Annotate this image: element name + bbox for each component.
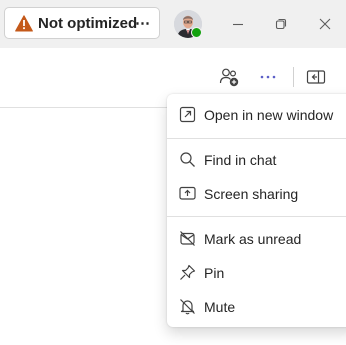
- people-add-icon: [219, 68, 239, 87]
- people-add-button[interactable]: [218, 66, 240, 88]
- toolbar-divider: [293, 67, 294, 87]
- menu-item-label: Open in new window: [204, 107, 334, 123]
- menu-item-label: Find in chat: [204, 152, 277, 168]
- panel-collapse-button[interactable]: [305, 66, 327, 88]
- open-new-window-icon: [179, 106, 196, 123]
- presence-available-badge: [191, 27, 202, 38]
- restore-icon: [275, 18, 287, 30]
- more-options-icon: [260, 75, 276, 79]
- status-more-icon[interactable]: ⋯: [135, 14, 151, 32]
- menu-item-label: Mute: [204, 299, 236, 315]
- menu-item-label: Screen sharing: [204, 186, 299, 202]
- not-optimized-button[interactable]: Not optimized ⋯: [4, 7, 160, 39]
- menu-item-label: Pin: [204, 265, 225, 281]
- minimize-icon: [233, 23, 243, 26]
- menu-item-label: Mark as unread: [204, 231, 302, 247]
- menu-item-mark-as-unread[interactable]: Mark as unread: [167, 224, 346, 254]
- close-icon: [319, 18, 331, 30]
- menu-item-mute[interactable]: Mute: [167, 292, 346, 322]
- menu-separator: [167, 138, 346, 139]
- context-menu: Open in new window Find in chat Screen s…: [167, 94, 346, 327]
- panel-collapse-icon: [306, 70, 326, 84]
- menu-item-open-in-new-window[interactable]: Open in new window: [167, 100, 346, 130]
- not-optimized-label: Not optimized: [38, 14, 138, 32]
- menu-separator: [167, 216, 346, 217]
- warning-icon: [15, 14, 33, 31]
- close-window-button[interactable]: [313, 12, 337, 36]
- mark-unread-icon: [180, 231, 195, 246]
- menu-item-screen-sharing[interactable]: Screen sharing: [167, 179, 346, 209]
- restore-button[interactable]: [269, 12, 293, 36]
- more-options-button[interactable]: [257, 66, 279, 88]
- mute-bell-icon: [180, 299, 195, 315]
- title-bar: Not optimized ⋯: [0, 0, 346, 48]
- minimize-button[interactable]: [226, 12, 250, 36]
- search-icon: [180, 152, 195, 167]
- pin-icon: [180, 264, 196, 280]
- screen-share-icon: [179, 186, 196, 200]
- menu-item-pin[interactable]: Pin: [167, 258, 346, 288]
- menu-item-find-in-chat[interactable]: Find in chat: [167, 145, 346, 175]
